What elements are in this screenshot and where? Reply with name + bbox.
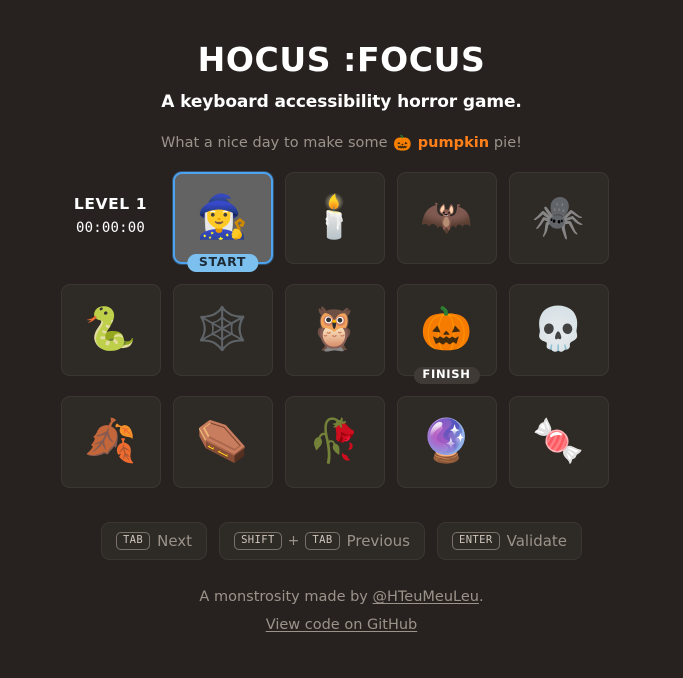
hint-label: Previous <box>346 532 410 551</box>
grid-tile[interactable]: 🕯️ <box>284 171 385 264</box>
key-chip: SHIFT <box>234 531 282 551</box>
footer: A monstrosity made by @HTeuMeuLeu. View … <box>199 590 483 632</box>
github-link[interactable]: View code on GitHub <box>266 617 418 633</box>
grid-tile[interactable]: 🍂 <box>60 395 161 488</box>
tagline-text-before: What a nice day to make some <box>160 134 388 151</box>
tagline-highlight: pumpkin <box>417 134 490 151</box>
author-link[interactable]: @HTeuMeuLeu <box>373 589 479 605</box>
keyboard-hint: TAB Next <box>100 521 208 561</box>
tagline: What a nice day to make some 🎃 pumpkin p… <box>161 112 522 152</box>
coffin-icon: ⚰️ <box>196 415 249 465</box>
grid-tile[interactable]: 🦇 <box>396 171 497 264</box>
owl-icon: 🦉 <box>308 303 361 353</box>
grid-tile[interactable]: 🎃 FINISH <box>396 283 497 384</box>
keyboard-hint: SHIFT + TAB Previous <box>219 521 425 561</box>
fallen-leaf-icon: 🍂 <box>84 415 137 465</box>
key-chip: TAB <box>115 531 151 551</box>
game-grid: LEVEL 1 00:00:00 🧙‍♀️ START 🕯️ 🦇 🕷️ 🐍 🕸️ 🦉 🎃 FINI… <box>60 171 623 488</box>
tagline-text-after: pie! <box>493 134 523 151</box>
skull-icon: 💀 <box>532 303 585 353</box>
start-badge: START <box>186 254 259 272</box>
credit-line: A monstrosity made by @HTeuMeuLeu. <box>199 590 483 605</box>
key-chip: ENTER <box>451 531 500 551</box>
keyboard-hints: TAB Next SHIFT + TAB Previous ENTER Validate <box>100 521 583 561</box>
hint-label: Validate <box>506 532 568 551</box>
grid-tile[interactable]: 🕸️ <box>172 283 273 376</box>
grid-tile[interactable]: ⚰️ <box>172 395 273 488</box>
hint-label: Next <box>157 532 193 551</box>
spider-icon: 🕷️ <box>532 191 585 241</box>
game-page: HOCUS :FOCUS A keyboard accessibility ho… <box>0 0 683 678</box>
bat-icon: 🦇 <box>420 191 473 241</box>
credit-text-before: A monstrosity made by <box>199 589 368 606</box>
grid-tile[interactable]: 🦉 <box>284 283 385 376</box>
level-label: LEVEL 1 <box>73 195 148 214</box>
grid-tile[interactable]: 🔮 <box>396 395 497 488</box>
key-separator: + <box>287 533 300 550</box>
grid-tile[interactable]: 🧙‍♀️ START <box>172 171 273 272</box>
grid-tile[interactable]: 💀 <box>508 283 609 376</box>
credit-text-after: . <box>478 589 484 606</box>
candle-icon: 🕯️ <box>308 191 361 241</box>
grid-tile[interactable]: 🥀 <box>284 395 385 488</box>
spider-web-icon: 🕸️ <box>196 303 249 353</box>
timer: 00:00:00 <box>75 220 146 237</box>
grid-tile[interactable]: 🐍 <box>60 283 161 376</box>
page-subtitle: A keyboard accessibility horror game. <box>161 91 522 112</box>
level-status: LEVEL 1 00:00:00 <box>61 172 161 264</box>
keyboard-hint: ENTER Validate <box>436 521 583 561</box>
grid-tile[interactable]: 🍬 <box>508 395 609 488</box>
mage-icon: 🧙‍♀️ <box>196 191 249 241</box>
candy-corn-icon: 🍬 <box>532 415 585 465</box>
jack-o-lantern-icon: 🎃 <box>393 133 413 152</box>
crystal-ball-icon: 🔮 <box>420 415 473 465</box>
jack-o-lantern-icon: 🎃 <box>420 303 473 353</box>
finish-badge: FINISH <box>413 367 480 384</box>
grid-tile[interactable]: 🕷️ <box>508 171 609 264</box>
snake-icon: 🐍 <box>84 303 137 353</box>
page-title: HOCUS :FOCUS <box>197 40 486 79</box>
source-line: View code on GitHub <box>199 618 483 633</box>
wilted-flower-icon: 🥀 <box>308 415 361 465</box>
key-chip: TAB <box>305 531 340 551</box>
